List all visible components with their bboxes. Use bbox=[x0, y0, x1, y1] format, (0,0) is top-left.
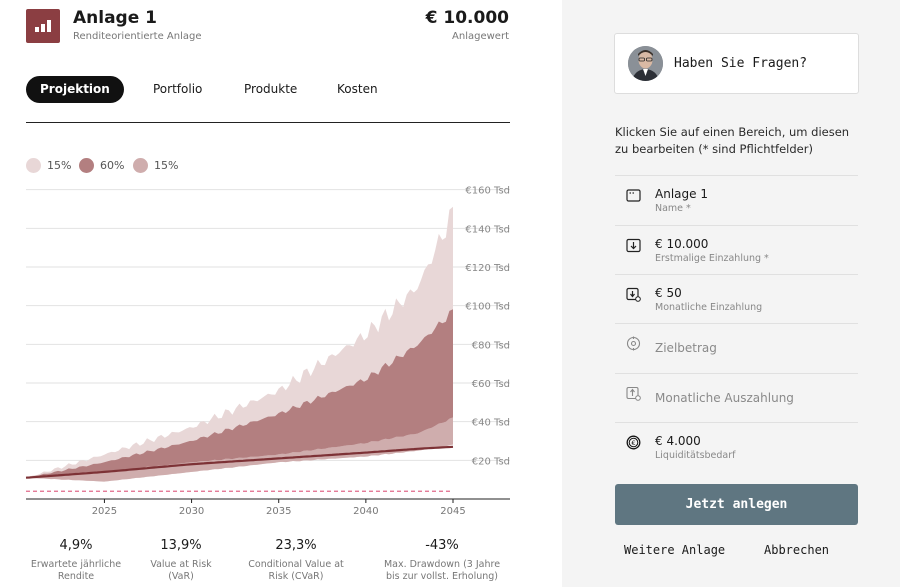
y-tick-label: €100 Tsd bbox=[465, 302, 510, 313]
y-tick-label: €160 Tsd bbox=[465, 186, 510, 197]
field-monthly-payout[interactable]: Monatliche Auszahlung bbox=[615, 373, 858, 422]
metric-value: 13,9% bbox=[160, 538, 202, 553]
field-label: Name * bbox=[655, 203, 691, 214]
add-investment-button[interactable]: Weitere Anlage bbox=[624, 543, 725, 557]
tab-portfolio[interactable]: Portfolio bbox=[153, 76, 202, 103]
legend-swatch bbox=[133, 158, 148, 173]
field-value: € 4.000 bbox=[655, 434, 701, 448]
name-icon bbox=[626, 189, 641, 202]
field-value: Anlage 1 bbox=[655, 187, 708, 201]
investment-amount-label: Anlagewert bbox=[452, 31, 509, 42]
monthly-deposit-icon bbox=[626, 287, 641, 302]
field-initial-deposit[interactable]: € 10.000 Erstmalige Einzahlung * bbox=[615, 225, 858, 274]
field-value: € 50 bbox=[655, 286, 682, 300]
metric-expected-return: 4,9% Erwartete jährliche Rendite bbox=[16, 538, 136, 583]
metric-cvar: 23,3% Conditional Value at Risk (CVaR) bbox=[240, 538, 352, 583]
y-tick-label: €60 Tsd bbox=[472, 379, 510, 390]
metric-value: 4,9% bbox=[59, 538, 93, 553]
metric-label: Value at Risk (VaR) bbox=[150, 559, 212, 582]
field-label: Liquiditätsbedarf bbox=[655, 450, 736, 461]
x-tick-label: 2045 bbox=[440, 506, 465, 517]
tab-produkte[interactable]: Produkte bbox=[244, 76, 297, 103]
metric-label: Erwartete jährliche Rendite bbox=[30, 559, 122, 582]
page-subtitle: Renditeorientierte Anlage bbox=[73, 31, 202, 42]
tab-kosten[interactable]: Kosten bbox=[337, 76, 378, 103]
field-value: € 10.000 bbox=[655, 237, 709, 251]
x-tick-label: 2025 bbox=[92, 506, 117, 517]
x-tick-label: 2030 bbox=[179, 506, 204, 517]
x-tick-label: 2040 bbox=[353, 506, 378, 517]
field-label: Monatliche Einzahlung bbox=[655, 302, 763, 313]
y-tick-label: €120 Tsd bbox=[465, 263, 510, 274]
field-name[interactable]: Anlage 1 Name * bbox=[615, 175, 858, 224]
field-placeholder: Monatliche Auszahlung bbox=[655, 391, 794, 405]
bar-chart-icon bbox=[26, 9, 60, 43]
page-title: Anlage 1 bbox=[73, 8, 158, 28]
target-icon bbox=[626, 336, 641, 351]
x-tick-label: 2035 bbox=[266, 506, 291, 517]
legend-swatch bbox=[26, 158, 41, 173]
edit-panel: Haben Sie Fragen? Klicken Sie auf einen … bbox=[562, 0, 900, 587]
invest-now-button[interactable]: Jetzt anlegen bbox=[615, 484, 858, 525]
legend-label: 15% bbox=[154, 159, 179, 172]
metric-label: Max. Drawdown (3 Jahre bis zur vollst. Er… bbox=[383, 559, 501, 582]
y-tick-label: €140 Tsd bbox=[465, 224, 510, 235]
projection-chart: 2025 2030 2035 2040 2045 €20 Tsd €40 Tsd €60 Ts… bbox=[25, 186, 510, 517]
y-tick-label: €20 Tsd bbox=[472, 456, 510, 467]
tab-projektion[interactable]: Projektion bbox=[26, 76, 124, 103]
deposit-icon bbox=[626, 238, 641, 253]
y-tick-label: €40 Tsd bbox=[472, 418, 510, 429]
legend-label: 15% bbox=[47, 159, 72, 172]
avatar bbox=[628, 46, 663, 81]
legend-swatch bbox=[79, 158, 94, 173]
tab-bar: Projektion Portfolio Produkte Kosten bbox=[26, 76, 510, 106]
cancel-button[interactable]: Abbrechen bbox=[764, 543, 829, 557]
main-panel: Anlage 1 Renditeorientierte Anlage € 10.… bbox=[0, 0, 562, 587]
metric-value: 23,3% bbox=[275, 538, 317, 553]
y-tick-label: €80 Tsd bbox=[472, 340, 510, 351]
field-placeholder: Zielbetrag bbox=[655, 341, 717, 355]
liquidity-icon: € bbox=[626, 435, 641, 450]
metric-max-drawdown: -43% Max. Drawdown (3 Jahre bis zur volls… bbox=[376, 538, 508, 583]
field-liquidity-need[interactable]: € € 4.000 Liquiditätsbedarf bbox=[615, 422, 858, 471]
help-text: Haben Sie Fragen? bbox=[674, 56, 808, 71]
investment-amount: € 10.000 bbox=[425, 8, 509, 28]
legend-label: 60% bbox=[100, 159, 125, 172]
metric-value: -43% bbox=[425, 538, 459, 553]
field-target-amount[interactable]: Zielbetrag bbox=[615, 323, 858, 372]
field-monthly-deposit[interactable]: € 50 Monatliche Einzahlung bbox=[615, 274, 858, 323]
help-card[interactable]: Haben Sie Fragen? bbox=[614, 33, 859, 94]
metric-var: 13,9% Value at Risk (VaR) bbox=[131, 538, 231, 583]
tab-divider bbox=[26, 122, 510, 123]
monthly-payout-icon bbox=[626, 386, 641, 401]
metric-label: Conditional Value at Risk (CVaR) bbox=[248, 559, 344, 582]
instruction-text: Klicken Sie auf einen Bereich, um diesen… bbox=[615, 125, 850, 156]
field-label: Erstmalige Einzahlung * bbox=[655, 253, 769, 264]
svg-text:€: € bbox=[631, 439, 635, 447]
